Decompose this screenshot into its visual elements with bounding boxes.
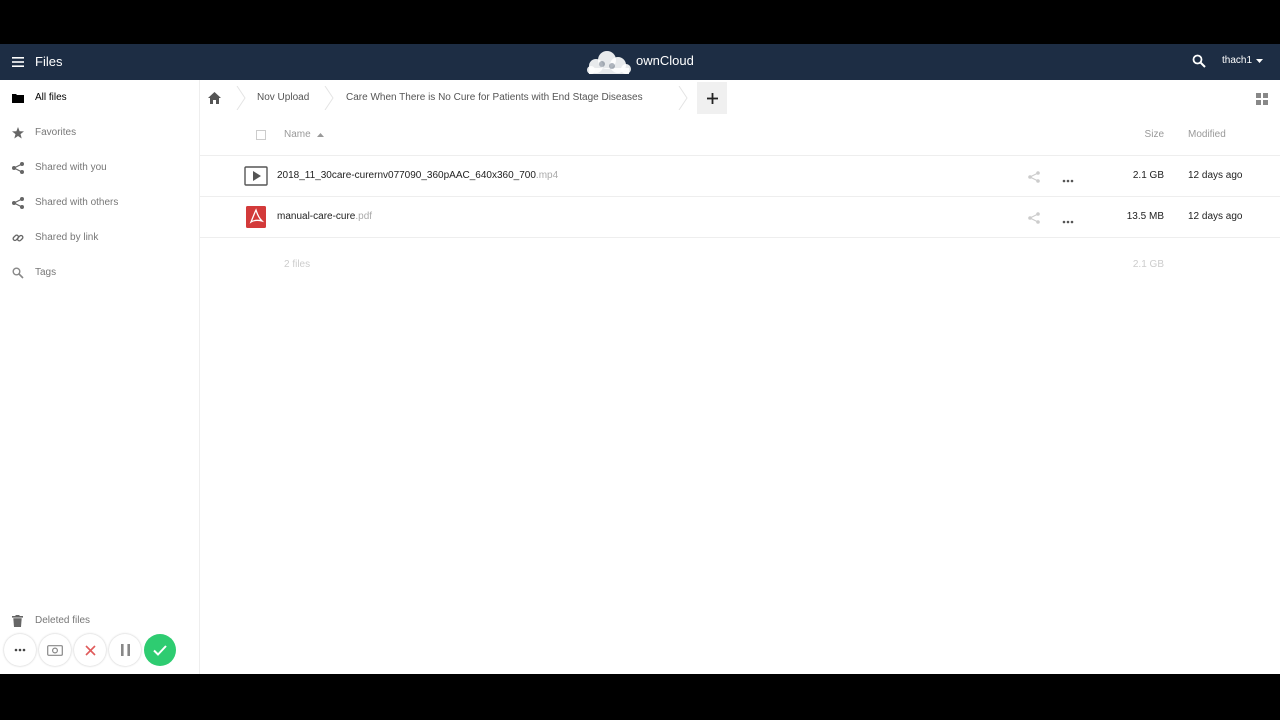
sidebar-item-label: All files xyxy=(35,92,67,103)
total-size-summary: 2.1 GB xyxy=(1132,259,1164,270)
more-options-button[interactable] xyxy=(4,634,36,666)
sidebar-item-label: Shared by link xyxy=(35,232,99,243)
breadcrumb-separator-icon xyxy=(236,86,246,110)
file-extension: .mp4 xyxy=(535,170,559,181)
breadcrumb-item-nov-upload[interactable]: Nov Upload xyxy=(257,92,309,103)
file-extension: .pdf xyxy=(355,211,373,222)
sidebar-item-tags[interactable]: Tags xyxy=(0,255,200,290)
file-name[interactable]: 2018_11_30care-curernv077090_360pAAC_640… xyxy=(277,170,558,181)
ellipsis-icon xyxy=(14,648,26,652)
caret-down-icon xyxy=(1256,58,1264,63)
file-size: 2.1 GB xyxy=(1132,170,1164,181)
column-header-modified[interactable]: Modified xyxy=(1188,129,1226,140)
owncloud-logo[interactable]: ownCloud xyxy=(584,48,704,76)
pause-recording-button[interactable] xyxy=(109,634,141,666)
sort-ascending-icon xyxy=(317,133,325,137)
share-icon xyxy=(11,161,24,174)
sidebar-item-all-files[interactable]: All files xyxy=(0,80,200,115)
camera-toggle-button[interactable] xyxy=(39,634,71,666)
sidebar: All files Favorites Shared with you Shar… xyxy=(0,80,200,674)
home-icon[interactable] xyxy=(208,91,221,104)
sidebar-item-label: Favorites xyxy=(35,127,77,138)
share-icon xyxy=(11,196,24,209)
sidebar-item-favorites[interactable]: Favorites xyxy=(0,115,200,150)
app-title[interactable]: Files xyxy=(35,54,62,69)
user-menu[interactable]: thach1 xyxy=(1222,55,1264,66)
breadcrumb-item-current-folder[interactable]: Care When There is No Cure for Patients … xyxy=(346,92,643,103)
column-header-size[interactable]: Size xyxy=(1145,129,1164,140)
table-header: Name Size Modified xyxy=(200,116,1280,156)
sidebar-item-shared-by-link[interactable]: Shared by link xyxy=(0,220,200,255)
more-actions-icon[interactable] xyxy=(1062,170,1078,184)
pdf-file-icon xyxy=(244,206,268,228)
file-size: 13.5 MB xyxy=(1126,211,1164,222)
column-header-name[interactable]: Name xyxy=(284,129,325,140)
share-icon[interactable] xyxy=(1028,211,1042,225)
username: thach1 xyxy=(1222,55,1253,66)
file-count-summary: 2 files xyxy=(284,259,311,270)
new-file-button[interactable] xyxy=(697,82,727,114)
file-modified: 12 days ago xyxy=(1188,170,1243,181)
search-icon[interactable] xyxy=(1192,54,1208,70)
sidebar-item-label: Tags xyxy=(35,267,57,278)
file-basename: 2018_11_30care-curernv077090_360pAAC_640… xyxy=(277,170,536,181)
cancel-recording-button[interactable] xyxy=(74,634,106,666)
file-basename: manual-care-cure xyxy=(277,211,356,222)
brand-name: ownCloud xyxy=(636,53,694,68)
file-row[interactable]: 2018_11_30care-curernv077090_360pAAC_640… xyxy=(200,156,1280,197)
sidebar-item-label: Shared with others xyxy=(35,197,119,208)
file-name[interactable]: manual-care-cure.pdf xyxy=(277,211,372,222)
check-icon xyxy=(153,644,167,656)
sidebar-item-shared-with-others[interactable]: Shared with others xyxy=(0,185,200,220)
grid-view-toggle-icon[interactable] xyxy=(1256,92,1268,105)
breadcrumb-separator-icon xyxy=(324,86,334,110)
breadcrumb-separator-icon xyxy=(678,86,688,110)
file-modified: 12 days ago xyxy=(1188,211,1243,222)
cloud-logo-icon xyxy=(587,51,631,74)
hamburger-menu-icon[interactable] xyxy=(6,50,30,74)
sidebar-item-deleted-files[interactable]: Deleted files xyxy=(0,603,200,638)
recording-controls xyxy=(4,634,176,666)
share-icon[interactable] xyxy=(1028,170,1042,184)
sidebar-item-label: Shared with you xyxy=(35,162,107,173)
camera-icon xyxy=(47,645,63,656)
link-icon xyxy=(11,231,24,244)
star-icon xyxy=(11,126,24,139)
finish-recording-button[interactable] xyxy=(144,634,176,666)
select-all-checkbox[interactable] xyxy=(256,130,266,140)
folder-icon xyxy=(11,91,24,104)
close-icon xyxy=(84,644,96,656)
sidebar-item-shared-with-you[interactable]: Shared with you xyxy=(0,150,200,185)
video-file-icon xyxy=(244,165,268,187)
sidebar-item-label: Deleted files xyxy=(35,615,91,626)
top-header: Files ownCloud thach1 xyxy=(0,44,1280,80)
column-header-label: Name xyxy=(284,129,311,140)
trash-icon xyxy=(11,614,24,627)
file-row[interactable]: manual-care-cure.pdf 13.5 MB 12 days ago xyxy=(200,197,1280,238)
pause-icon xyxy=(120,644,130,656)
breadcrumb: Nov Upload Care When There is No Cure fo… xyxy=(200,80,1280,116)
tag-icon xyxy=(11,266,24,279)
owncloud-window: Files ownCloud thach1 All files Favorite… xyxy=(0,44,1280,674)
more-actions-icon[interactable] xyxy=(1062,211,1078,225)
plus-icon xyxy=(706,92,718,104)
